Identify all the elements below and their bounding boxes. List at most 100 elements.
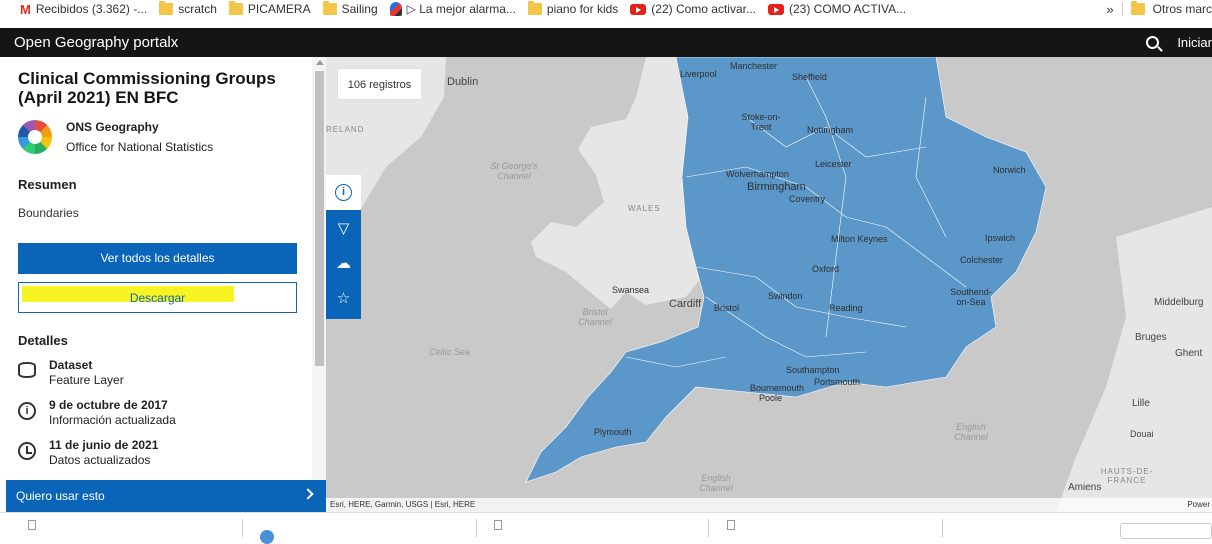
detail-sub: Información actualizada — [49, 413, 176, 427]
divider — [942, 519, 943, 537]
download-cloud-icon: ☁ — [336, 254, 351, 272]
divider — [476, 519, 477, 537]
map-label-celtic: Celtic Sea — [429, 347, 471, 357]
view-details-button[interactable]: Ver todos los detalles — [18, 243, 297, 274]
other-bookmarks[interactable]: Otros marc — [1153, 2, 1212, 16]
bookmark-label: Sailing — [341, 2, 378, 16]
bookmarks-right: » Otros marc — [1100, 0, 1212, 18]
bookmark-label: (23) COMO ACTIVA... — [788, 2, 907, 16]
map-label-southampton: Southampton — [786, 365, 840, 375]
map-label-stoke: Stoke-on-Trent — [741, 112, 781, 132]
bookmarks-bar: M Recibidos (3.362) -... scratch PICAMER… — [0, 0, 1212, 18]
map-label-southend: Southend-on-Sea — [950, 287, 992, 307]
map-label-plymouth: Plymouth — [594, 427, 632, 437]
search-icon[interactable] — [1146, 36, 1160, 49]
bookmark-label: piano for kids — [546, 2, 619, 16]
bookmark-label: ▷ La mejor alarma... — [406, 2, 516, 16]
chevron-right-icon — [302, 488, 314, 500]
app-icon — [389, 2, 402, 16]
map-label-manchester: Manchester — [730, 61, 778, 71]
portal-title[interactable]: Open Geography portalx — [14, 34, 178, 51]
panel-content: Clinical Commissioning Groups (April 202… — [18, 69, 306, 468]
bookmark-label: PICAMERA — [247, 2, 311, 16]
map-toolbar: i ▽ ☁ ☆ — [326, 175, 361, 319]
bookmark-youtube-23[interactable]: (23) COMO ACTIVA... — [767, 0, 907, 18]
yellow-highlight — [22, 286, 234, 302]
detail-text: 11 de junio de 2021 Datos actualizados — [49, 438, 158, 468]
owner-text: ONS Geography Office for National Statis… — [66, 117, 213, 157]
document-icon — [28, 520, 36, 530]
summary-text: Boundaries — [18, 206, 79, 220]
bookmark-picamera[interactable]: PICAMERA — [228, 0, 311, 18]
record-count-badge: 106 registros — [337, 68, 422, 100]
detail-title: 9 de octubre de 2017 — [49, 398, 168, 412]
map-label-dublin: Dublin — [447, 76, 479, 88]
bottom-strip — [0, 512, 1212, 537]
document-icon — [727, 520, 735, 530]
divider — [1121, 2, 1123, 16]
detail-sub: Datos actualizados — [49, 453, 151, 467]
filter-icon: ▽ — [337, 219, 350, 237]
folder-icon — [159, 1, 174, 15]
detail-text: Dataset Feature Layer — [49, 358, 124, 388]
info-tool[interactable]: i — [326, 175, 361, 210]
map-label-cardiff: Cardiff — [669, 298, 702, 310]
detail-title: 11 de junio de 2021 — [49, 438, 159, 452]
favorite-tool[interactable]: ☆ — [326, 280, 361, 315]
map-label-english-channel-2: English Channel — [699, 473, 733, 493]
signin-link[interactable]: Iniciar — [1177, 35, 1212, 50]
map-label-portsmouth: Portsmouth — [814, 377, 861, 387]
summary-heading: Resumen — [18, 177, 77, 192]
filter-tool[interactable]: ▽ — [326, 210, 361, 245]
map-view[interactable]: 106 registros i ▽ ☁ ☆ Dublin RELAND WALE… — [326, 57, 1212, 512]
map-label-coventry: Coventry — [789, 194, 826, 204]
bookmark-youtube-22[interactable]: (22) Como activar... — [630, 0, 756, 18]
bookmark-scratch[interactable]: scratch — [159, 0, 217, 18]
map-label-reading: Reading — [829, 303, 863, 313]
map-label-bristol-channel: Bristol Channel — [578, 307, 612, 327]
map-label-st-georges: St George's Channel — [490, 161, 538, 181]
divider — [242, 519, 243, 537]
database-icon — [18, 362, 36, 378]
youtube-icon — [630, 3, 647, 15]
folder-icon — [322, 1, 337, 15]
map-attribution: Esri, HERE, Garmin, USGS | Esri, HERE Po… — [326, 498, 1212, 512]
map-label-oxford: Oxford — [812, 264, 840, 274]
wales-land — [531, 57, 706, 309]
bookmark-sailing[interactable]: Sailing — [322, 0, 378, 18]
owner-name[interactable]: ONS Geography — [66, 117, 213, 137]
info-icon: i — [18, 402, 36, 420]
map-label-swindon: Swindon — [768, 291, 803, 301]
bookmarks-overflow-button[interactable]: » — [1106, 2, 1113, 17]
map-label-wales: WALES — [628, 204, 661, 213]
map-label-liverpool: Liverpool — [680, 69, 717, 79]
item-details-panel: Clinical Commissioning Groups (April 202… — [6, 57, 326, 512]
detail-dataset: Dataset Feature Layer — [18, 358, 306, 388]
map-label-amiens: Amiens — [1068, 482, 1102, 493]
map-label-leicester: Leicester — [815, 159, 852, 169]
star-icon: ☆ — [336, 289, 351, 307]
strip-button[interactable] — [1120, 523, 1212, 539]
bookmark-alarma[interactable]: ▷ La mejor alarma... — [389, 0, 516, 18]
use-this-banner[interactable]: Quiero usar esto — [6, 480, 326, 512]
map-label-hauts-de-france: HAUTS-DE-FRANCE — [1100, 467, 1154, 485]
detail-title: Dataset — [49, 358, 93, 372]
map-label-middelburg: Middelburg — [1154, 297, 1204, 308]
panel-scrollbar[interactable] — [312, 57, 326, 480]
bookmark-piano[interactable]: piano for kids — [527, 0, 619, 18]
detail-info-updated: i 9 de octubre de 2017 Información actua… — [18, 398, 306, 428]
download-button[interactable]: Descargar — [18, 282, 297, 313]
owner-info: ONS Geography Office for National Statis… — [18, 117, 306, 157]
bookmark-gmail[interactable]: M Recibidos (3.362) -... — [20, 0, 147, 18]
powered-by[interactable]: Power — [1187, 498, 1210, 512]
map-label-bruges: Bruges — [1135, 332, 1167, 343]
map-label-birmingham: Birmingham — [747, 181, 806, 193]
details-heading: Detalles — [18, 333, 68, 348]
map-label-colchester: Colchester — [960, 255, 1004, 265]
scroll-up-icon[interactable] — [316, 60, 324, 65]
youtube-icon — [767, 3, 784, 15]
download-tool[interactable]: ☁ — [326, 245, 361, 280]
item-title: Clinical Commissioning Groups (April 202… — [18, 69, 276, 107]
gmail-icon: M — [20, 1, 31, 17]
scroll-thumb[interactable] — [315, 71, 324, 366]
